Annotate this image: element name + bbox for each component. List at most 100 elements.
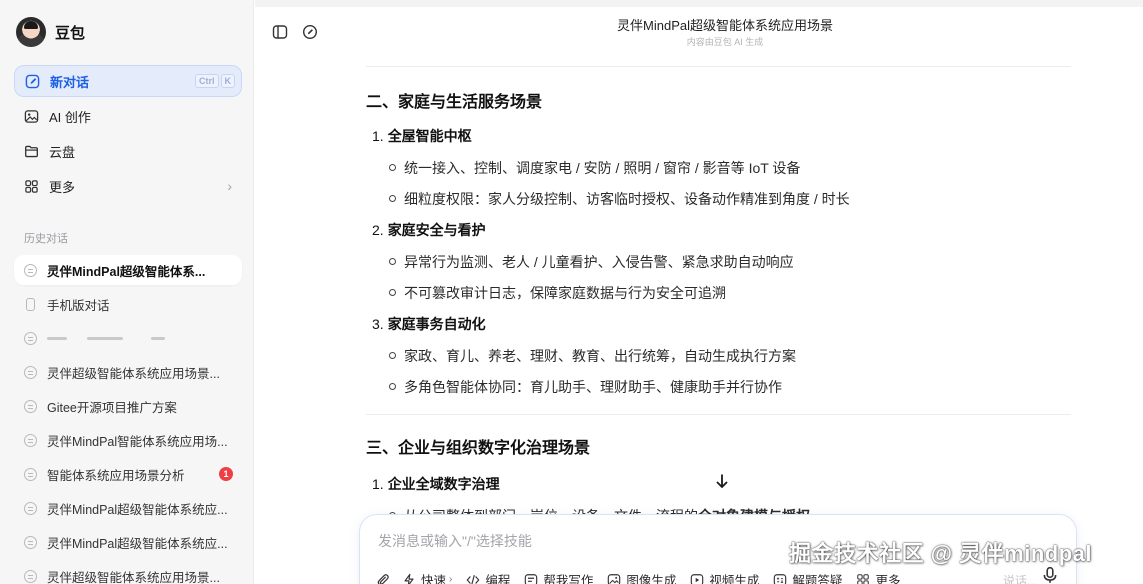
new-chat-icon[interactable] (301, 23, 319, 41)
item-title: 全屋智能中枢 (387, 128, 472, 144)
top-strip (255, 0, 1143, 7)
chat-icon (24, 365, 37, 379)
skill-quick[interactable]: 快速 › (402, 570, 452, 584)
shortcut-key-ctrl: Ctrl (195, 74, 219, 88)
watermark: 掘金技术社区 @ 灵伴mindpal (789, 541, 1093, 566)
new-chat-button[interactable]: 新对话 Ctrl K (14, 65, 242, 97)
sidebar-item-more[interactable]: 更多 › (14, 170, 242, 202)
skill-label: 帮我写作 (543, 574, 594, 584)
bullet-item: 异常行为监测、老人 / 儿童看护、入侵告警、紧急求助自动响应 (366, 252, 1071, 272)
sidebar-item-label: AI 创作 (49, 109, 91, 125)
paperclip-icon (377, 573, 389, 584)
solve-icon (774, 573, 787, 584)
sidebar: 豆包 新对话 Ctrl K AI 创作 云盘 更多 › 历史对话 灵伴MindP… (0, 0, 254, 584)
write-icon (525, 573, 538, 584)
chat-icon (24, 331, 37, 345)
history-item[interactable]: 灵伴MindPal超级智能体系统应... (14, 527, 242, 557)
image-icon (23, 108, 40, 125)
history-item[interactable]: 灵伴超级智能体系统应用场景... (14, 357, 242, 387)
history-item[interactable]: 灵伴超级智能体系统应用场景... (14, 561, 242, 584)
skill-label: 快速 (421, 574, 447, 584)
sidebar-item-ai-create[interactable]: AI 创作 (14, 100, 242, 132)
history-item-label: 灵伴超级智能体系统应用场景... (47, 570, 220, 584)
sidebar-nav: 新对话 Ctrl K AI 创作 云盘 更多 › (14, 65, 242, 205)
new-chat-label: 新对话 (50, 74, 90, 90)
skill-bar: 快速 › 编程 帮我写作 图像生成 视频生成 解题答疑 更多 (376, 570, 914, 584)
skill-more[interactable]: 更多 (856, 570, 900, 584)
divider (366, 66, 1071, 67)
sidebar-item-label: 云盘 (49, 144, 76, 160)
history-item[interactable]: 灵伴MindPal超级智能体系统应... (14, 493, 242, 523)
item-number: 3. (372, 316, 384, 332)
edit-icon (24, 73, 41, 90)
shortcut-key-k: K (220, 74, 235, 88)
history-item-label: Gitee开源项目推广方案 (47, 400, 177, 415)
attach-button[interactable] (376, 573, 390, 584)
skill-label: 编程 (485, 574, 511, 584)
skill-video-gen[interactable]: 视频生成 (690, 570, 759, 584)
chat-icon (24, 263, 37, 277)
scroll-to-bottom-button[interactable] (709, 468, 735, 494)
message-content: 二、家庭与生活服务场景 1. 全屋智能中枢 统一接入、控制、调度家电 / 安防 /… (366, 60, 1071, 526)
bolt-icon (404, 573, 414, 584)
history-item-label: 智能体系统应用场景分析 (47, 468, 185, 483)
item-number: 2. (372, 222, 384, 238)
item-heading: 3. 家庭事务自动化 (366, 314, 1071, 334)
skill-label: 更多 (875, 574, 901, 584)
skill-label: 解题答疑 (792, 574, 843, 584)
image-gen-icon (608, 573, 621, 584)
microphone-icon[interactable] (1041, 566, 1059, 584)
chat-icon (24, 433, 37, 447)
skill-code[interactable]: 编程 (466, 570, 510, 584)
history-item-label: 手机版对话 (47, 298, 110, 313)
skill-image-gen[interactable]: 图像生成 (607, 570, 676, 584)
skill-writing[interactable]: 帮我写作 (524, 570, 593, 584)
grid-icon (23, 178, 40, 195)
history-item[interactable]: 手机版对话 (14, 289, 242, 319)
history-item[interactable]: 灵伴MindPal智能体系统应用场... (14, 425, 242, 455)
avatar[interactable] (16, 17, 46, 47)
history-item-redacted[interactable] (14, 323, 242, 353)
arrow-down-icon (716, 474, 728, 489)
bullet-item: 统一接入、控制、调度家电 / 安防 / 照明 / 窗帘 / 影音等 IoT 设备 (366, 158, 1071, 178)
chat-icon (24, 399, 37, 413)
video-icon (691, 573, 704, 584)
brand-name: 豆包 (55, 24, 86, 42)
toggle-sidebar-icon[interactable] (271, 23, 289, 41)
page-title: 灵伴MindPal超级智能体系统应用场景 (617, 18, 833, 33)
chevron-down-icon: › (449, 574, 453, 584)
bullet-item: 多角色智能体协同：育儿助手、理财助手、健康助手并行协作 (366, 377, 1071, 397)
phone-icon (26, 297, 35, 311)
skill-solve[interactable]: 解题答疑 (773, 570, 842, 584)
redacted-text (47, 336, 165, 340)
section-heading: 二、家庭与生活服务场景 (366, 94, 543, 111)
unread-badge: 1 (219, 467, 233, 481)
item-heading: 2. 家庭安全与看护 (366, 220, 1071, 240)
ai-generated-note: 内容由豆包 AI 生成 (686, 37, 764, 47)
history-item-label: 灵伴超级智能体系统应用场景... (47, 366, 220, 381)
item-title: 家庭事务自动化 (387, 316, 486, 332)
section-heading: 三、企业与组织数字化治理场景 (366, 440, 591, 457)
item-heading: 1. 全屋智能中枢 (366, 126, 1071, 146)
shortcut-hint: Ctrl K (195, 74, 235, 88)
history-item[interactable]: Gitee开源项目推广方案 (14, 391, 242, 421)
brand[interactable]: 豆包 (16, 17, 85, 47)
chat-icon (24, 535, 37, 549)
chat-icon (24, 467, 37, 481)
history-title: 历史对话 (24, 233, 68, 245)
item-number: 1. (372, 128, 384, 144)
item-title: 企业全域数字治理 (387, 476, 500, 492)
voice-hint: 说话... (1003, 574, 1038, 584)
sidebar-item-cloud-drive[interactable]: 云盘 (14, 135, 242, 167)
history-item[interactable]: 智能体系统应用场景分析 1 (14, 459, 242, 489)
bullet-item: 不可篡改审计日志，保障家庭数据与行为安全可追溯 (366, 283, 1071, 303)
history-item-label: 灵伴MindPal智能体系统应用场... (47, 434, 228, 449)
history-item-label: 灵伴MindPal超级智能体系统应... (47, 502, 228, 517)
skill-label: 图像生成 (626, 574, 677, 584)
history-item-current[interactable]: 灵伴MindPal超级智能体系... (14, 255, 242, 285)
bullet-item: 细粒度权限：家人分级控制、访客临时授权、设备动作精准到角度 / 时长 (366, 189, 1071, 209)
chevron-right-icon: › (227, 178, 232, 194)
folder-icon (23, 143, 40, 160)
divider (366, 414, 1071, 415)
item-title: 家庭安全与看护 (387, 222, 486, 238)
